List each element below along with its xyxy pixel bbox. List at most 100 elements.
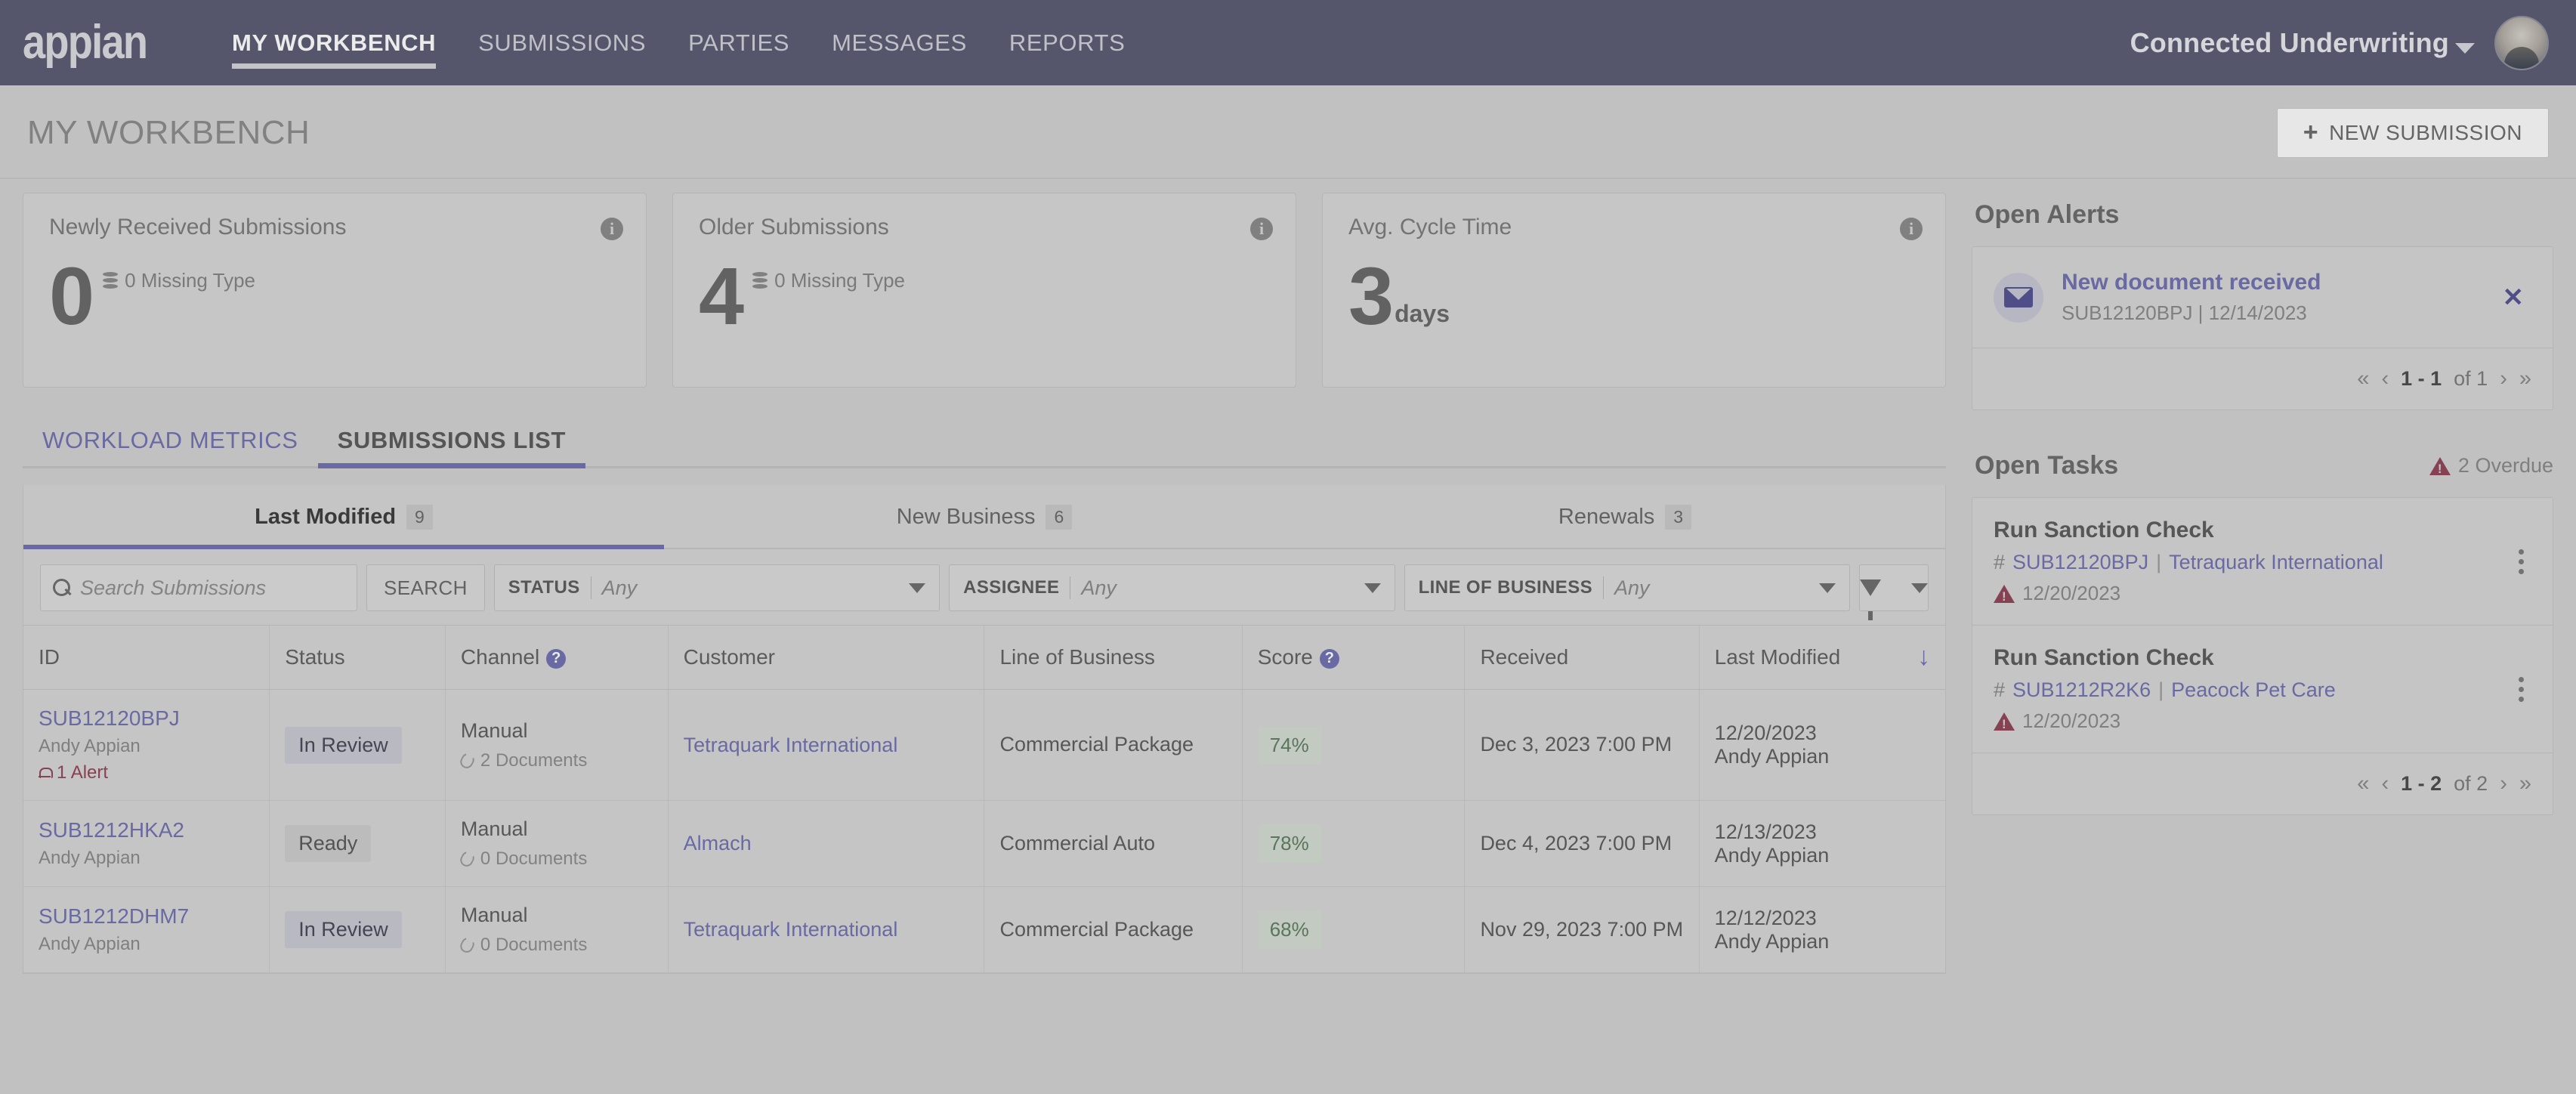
submission-id-link[interactable]: SUB1212HKA2 xyxy=(39,818,254,842)
chevron-down-icon xyxy=(1364,583,1381,593)
help-icon[interactable]: ? xyxy=(546,648,567,669)
task-more-menu-icon[interactable] xyxy=(2511,537,2531,586)
envelope-icon xyxy=(1994,272,2043,323)
task-customer-link[interactable]: Peacock Pet Care xyxy=(2171,678,2336,702)
documents-label: 0 Documents xyxy=(480,848,588,869)
task-content: Run Sanction Check # SUB1212R2K6 | Peaco… xyxy=(1994,645,2499,733)
task-submission-link[interactable]: SUB12120BPJ xyxy=(2012,551,2148,574)
metric-unit: days xyxy=(1395,299,1450,327)
metric-card-avg-cycle-time: Avg. Cycle Time i 3 days xyxy=(1322,193,1946,388)
metric-card-newly-received: Newly Received Submissions i 0 0 Missing… xyxy=(23,193,647,388)
task-due-label: 12/20/2023 xyxy=(2022,709,2121,732)
search-button[interactable]: SEARCH xyxy=(366,564,485,611)
alert-meta: SUB12120BPJ | 12/14/2023 xyxy=(2062,301,2307,324)
pager-next[interactable]: › xyxy=(2500,366,2507,391)
pager-prev[interactable]: ‹ xyxy=(2381,366,2389,391)
tab-workload-metrics[interactable]: WORKLOAD METRICS xyxy=(23,419,318,466)
customer-link[interactable]: Almach xyxy=(684,832,752,854)
task-due-date: 12/20/2023 xyxy=(1994,582,2499,605)
table-row[interactable]: SUB1212DHM7 Andy Appian In Review Manual… xyxy=(23,886,1945,973)
documents-label: 0 Documents xyxy=(480,935,588,955)
cell-last-modified: 12/13/2023 Andy Appian xyxy=(1699,800,1945,887)
search-input[interactable] xyxy=(80,576,344,600)
table-row[interactable]: SUB1212HKA2 Andy Appian Ready Manual 0 D… xyxy=(23,800,1945,887)
filter-bar: SEARCH STATUS Any ASSIGNEE Any xyxy=(23,549,1945,625)
column-label: Line of Business xyxy=(999,645,1155,669)
list-item[interactable]: Run Sanction Check # SUB12120BPJ | Tetra… xyxy=(1972,498,2553,626)
tab-submissions-list[interactable]: SUBMISSIONS LIST xyxy=(317,419,586,468)
alert-title-link[interactable]: New document received xyxy=(2062,270,2477,295)
pager-first[interactable]: « xyxy=(2357,771,2369,796)
chevron-down-icon xyxy=(1910,583,1928,593)
submission-id-link[interactable]: SUB1212DHM7 xyxy=(39,904,254,929)
column-header-score[interactable]: Score? xyxy=(1242,625,1466,690)
divider xyxy=(1603,576,1605,599)
main-tabs: WORKLOAD METRICS SUBMISSIONS LIST xyxy=(23,419,1946,468)
table-row[interactable]: SUB12120BPJ Andy Appian 1 Alert In Revie… xyxy=(23,689,1945,801)
customer-link[interactable]: Tetraquark International xyxy=(684,734,898,756)
metric-subtext: 0 Missing Type xyxy=(103,269,255,292)
task-submission-link[interactable]: SUB1212R2K6 xyxy=(2012,678,2151,702)
nav-item-submissions[interactable]: SUBMISSIONS xyxy=(457,0,667,85)
info-icon[interactable]: i xyxy=(601,218,623,240)
submission-id-link[interactable]: SUB12120BPJ xyxy=(39,706,254,731)
subtab-count: 6 xyxy=(1046,505,1073,530)
search-box[interactable] xyxy=(40,564,357,611)
task-more-menu-icon[interactable] xyxy=(2511,665,2531,714)
info-icon[interactable]: i xyxy=(1250,218,1273,240)
nav-item-my-workbench[interactable]: MY WORKBENCH xyxy=(211,0,457,85)
task-customer-link[interactable]: Tetraquark International xyxy=(2169,551,2383,574)
open-alerts-heading-row: Open Alerts xyxy=(1972,193,2553,246)
line-of-business-filter-dropdown[interactable]: LINE OF BUSINESS Any xyxy=(1404,564,1850,611)
cell-received: Dec 4, 2023 7:00 PM xyxy=(1464,800,1700,887)
new-submission-button[interactable]: + NEW SUBMISSION xyxy=(2276,108,2549,158)
nav-item-parties[interactable]: PARTIES xyxy=(667,0,811,85)
avatar[interactable] xyxy=(2494,15,2549,70)
documents-count: 0 Documents xyxy=(458,935,653,956)
column-label: ID xyxy=(39,645,60,669)
pager-last[interactable]: » xyxy=(2519,771,2531,796)
pager-prev[interactable]: ‹ xyxy=(2381,771,2389,796)
cell-customer: Almach xyxy=(668,800,985,887)
list-item[interactable]: New document received SUB12120BPJ | 12/1… xyxy=(1972,247,2553,348)
nav-item-messages[interactable]: MESSAGES xyxy=(811,0,988,85)
task-reference: # SUB12120BPJ | Tetraquark International xyxy=(1994,551,2499,574)
cell-id: SUB1212DHM7 Andy Appian xyxy=(23,886,270,973)
column-label: Status xyxy=(285,645,345,669)
assignee-filter-value: Any xyxy=(1081,576,1117,599)
column-header-last-modified[interactable]: ↓ Last Modified xyxy=(1699,625,1945,690)
subtab-new-business[interactable]: New Business 6 xyxy=(664,485,1305,548)
list-item[interactable]: Run Sanction Check # SUB1212R2K6 | Peaco… xyxy=(1972,626,2553,753)
metric-card-older-submissions: Older Submissions i 4 0 Missing Type xyxy=(672,193,1296,388)
column-header-line-of-business[interactable]: Line of Business xyxy=(984,625,1243,690)
subtab-renewals[interactable]: Renewals 3 xyxy=(1305,485,1945,548)
overdue-indicator: 2 Overdue xyxy=(2429,454,2553,477)
assignee-filter-dropdown[interactable]: ASSIGNEE Any xyxy=(949,564,1395,611)
cell-line-of-business: Commercial Package xyxy=(984,886,1243,973)
subtab-last-modified[interactable]: Last Modified 9 xyxy=(23,485,664,549)
status-filter-dropdown[interactable]: STATUS Any xyxy=(493,564,941,611)
column-header-status[interactable]: Status xyxy=(269,625,446,690)
subtab-label: Last Modified xyxy=(255,505,397,529)
status-badge: In Review xyxy=(285,911,402,948)
cell-last-modified: 12/12/2023 Andy Appian xyxy=(1699,886,1945,973)
documents-count: 2 Documents xyxy=(458,750,653,771)
advanced-filter-button[interactable] xyxy=(1858,564,1929,620)
column-header-channel[interactable]: Channel? xyxy=(445,625,669,690)
pager-first[interactable]: « xyxy=(2357,366,2369,391)
metric-subtext-label: 0 Missing Type xyxy=(125,269,256,292)
user-menu[interactable]: Connected Underwriting xyxy=(2130,27,2475,59)
pager-next[interactable]: › xyxy=(2500,771,2507,796)
column-header-customer[interactable]: Customer xyxy=(668,625,985,690)
help-icon[interactable]: ? xyxy=(1319,648,1339,669)
info-icon[interactable]: i xyxy=(1900,218,1923,240)
metric-value: 4 xyxy=(699,250,744,341)
appian-logo[interactable]: appian xyxy=(23,19,148,66)
pager-last[interactable]: » xyxy=(2519,366,2531,391)
column-header-received[interactable]: Received xyxy=(1464,625,1700,690)
channel-label: Manual xyxy=(460,817,528,840)
customer-link[interactable]: Tetraquark International xyxy=(684,918,898,941)
close-icon[interactable]: ✕ xyxy=(2495,278,2532,317)
column-header-id[interactable]: ID xyxy=(23,625,270,690)
nav-item-reports[interactable]: REPORTS xyxy=(988,0,1147,85)
